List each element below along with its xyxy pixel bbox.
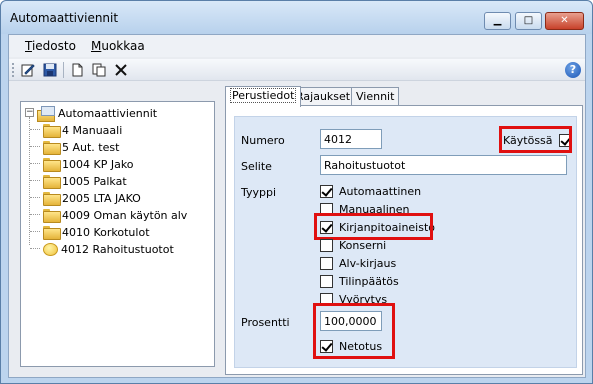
folder-icon bbox=[43, 209, 61, 223]
tree-item-label: 4 Manuaali bbox=[62, 123, 123, 137]
folder-icon bbox=[43, 141, 61, 155]
highlight-prosentti bbox=[313, 303, 395, 359]
maximize-button[interactable]: □ bbox=[515, 12, 542, 30]
automation-tree[interactable]: − Automaattiviennit 4 Manuaali 5 Aut. te… bbox=[20, 101, 215, 367]
delete-button[interactable] bbox=[112, 61, 130, 79]
tree-item-label: 1004 KP Jako bbox=[62, 157, 134, 171]
tree-branch bbox=[30, 129, 40, 130]
close-button[interactable]: ✕ bbox=[545, 12, 584, 30]
tyyppi-option[interactable]: Tilinpäätös bbox=[320, 274, 399, 288]
menu-muokkaa[interactable]: Muokkaa bbox=[91, 39, 145, 53]
tree-item-label: 4012 Rahoitustuotot bbox=[61, 242, 174, 256]
tab-panel: Numero 4012 Käytössä Selite Rahoitustuot… bbox=[225, 105, 583, 375]
tree-branch bbox=[30, 197, 40, 198]
folder-icon bbox=[43, 158, 61, 172]
tree-branch bbox=[30, 214, 40, 215]
highlight-kirjanpitoaineisto bbox=[314, 213, 433, 240]
tree-collapse-icon[interactable]: − bbox=[25, 108, 34, 117]
tree-branch bbox=[30, 248, 40, 249]
menu-muokkaa-rest: uokkaa bbox=[101, 39, 145, 53]
folder-icon bbox=[43, 192, 61, 206]
app-window: Automaattiviennit ▁ □ ✕ Tiedosto Muokkaa bbox=[0, 0, 593, 384]
tree-branch bbox=[30, 231, 40, 232]
tyyppi-option[interactable]: Automaattinen bbox=[320, 184, 421, 198]
tab-perustiedot-label: Perustiedot bbox=[230, 88, 297, 103]
automaattinen-checkbox[interactable] bbox=[320, 184, 333, 198]
tilinpaatos-checkbox[interactable] bbox=[320, 274, 333, 288]
tab-viennit[interactable]: Viennit bbox=[351, 87, 400, 106]
tab-perustiedot[interactable]: Perustiedot bbox=[225, 86, 302, 107]
tree-branch bbox=[30, 146, 40, 147]
tyyppi-option[interactable]: Alv-kirjaus bbox=[320, 256, 396, 270]
tree-item-label: 1005 Palkat bbox=[62, 174, 127, 188]
copy-document-button[interactable] bbox=[90, 61, 108, 79]
save-button[interactable] bbox=[41, 61, 59, 79]
selite-field[interactable]: Rahoitustuotot bbox=[320, 155, 567, 175]
tree-item-label: 5 Aut. test bbox=[62, 140, 120, 154]
minimize-button[interactable]: ▁ bbox=[484, 12, 511, 30]
menu-tiedosto-accel: T bbox=[25, 39, 32, 53]
prosentti-label: Prosentti bbox=[241, 316, 290, 329]
toolbar-separator bbox=[63, 62, 64, 78]
toolbar: ? bbox=[9, 59, 585, 81]
help-icon[interactable]: ? bbox=[565, 62, 581, 78]
copy-document-icon bbox=[92, 63, 106, 77]
tree-item[interactable]: 4009 Oman käytön alv bbox=[43, 207, 187, 223]
konserni-checkbox[interactable] bbox=[320, 238, 333, 252]
coin-icon bbox=[43, 242, 58, 256]
client-area: Tiedosto Muokkaa ? − Automaattiviennit 4… bbox=[8, 34, 586, 378]
tree-item[interactable]: 1004 KP Jako bbox=[43, 156, 134, 172]
tree-branch bbox=[30, 163, 40, 164]
numero-label: Numero bbox=[241, 134, 285, 147]
tyyppi-option-label: Tilinpäätös bbox=[339, 274, 399, 288]
tyyppi-option[interactable]: Konserni bbox=[320, 238, 386, 252]
alv-kirjaus-checkbox[interactable] bbox=[320, 256, 333, 270]
tyyppi-option-label: Automaattinen bbox=[339, 184, 422, 198]
tyyppi-option-label: Alv-kirjaus bbox=[339, 256, 397, 270]
folder-icon bbox=[43, 175, 61, 189]
delete-icon bbox=[115, 64, 127, 76]
tree-branch bbox=[30, 180, 40, 181]
tree-root[interactable]: Automaattiviennit bbox=[37, 105, 158, 122]
tab-viennit-label: Viennit bbox=[356, 90, 395, 103]
tab-rajaukset-label: Rajaukset bbox=[296, 90, 351, 103]
highlight-kaytossa bbox=[499, 126, 572, 153]
tyyppi-label: Tyyppi bbox=[241, 186, 277, 199]
tree-line bbox=[29, 117, 30, 245]
tree-item[interactable]: 1005 Palkat bbox=[43, 173, 127, 189]
title-bar[interactable]: Automaattiviennit ▁ □ ✕ bbox=[1, 1, 592, 34]
folder-icon bbox=[43, 226, 61, 240]
tree-item[interactable]: 4010 Korkotulot bbox=[43, 224, 150, 240]
save-icon bbox=[43, 63, 57, 77]
tree-item[interactable]: 2005 LTA JAKO bbox=[43, 190, 141, 206]
selite-label: Selite bbox=[241, 160, 272, 173]
new-document-icon bbox=[72, 63, 83, 77]
edit-button[interactable] bbox=[19, 61, 37, 79]
tree-item-label: 4010 Korkotulot bbox=[62, 225, 150, 239]
numero-field[interactable]: 4012 bbox=[320, 129, 382, 149]
folder-icon bbox=[43, 124, 61, 138]
tree-item-label: 4009 Oman käytön alv bbox=[62, 208, 188, 222]
form-panel: Numero 4012 Käytössä Selite Rahoitustuot… bbox=[234, 116, 577, 368]
menu-bar: Tiedosto Muokkaa bbox=[9, 35, 585, 57]
tree-item[interactable]: 4 Manuaali bbox=[43, 122, 122, 138]
folder-stack-icon bbox=[37, 106, 55, 122]
tree-item-selected[interactable]: 4012 Rahoitustuotot bbox=[43, 241, 174, 257]
window-title: Automaattiviennit bbox=[10, 11, 119, 25]
tree-item-label: 2005 LTA JAKO bbox=[62, 191, 141, 205]
toolbar-grip[interactable] bbox=[12, 63, 15, 77]
menu-tiedosto-rest: iedosto bbox=[31, 39, 76, 53]
menu-tiedosto[interactable]: Tiedosto bbox=[25, 39, 76, 53]
tyyppi-option-label: Konserni bbox=[339, 238, 387, 252]
tree-item[interactable]: 5 Aut. test bbox=[43, 139, 119, 155]
tree-root-label: Automaattiviennit bbox=[58, 106, 158, 120]
menu-muokkaa-accel: M bbox=[91, 39, 102, 53]
edit-icon bbox=[21, 64, 35, 77]
new-document-button[interactable] bbox=[68, 61, 86, 79]
